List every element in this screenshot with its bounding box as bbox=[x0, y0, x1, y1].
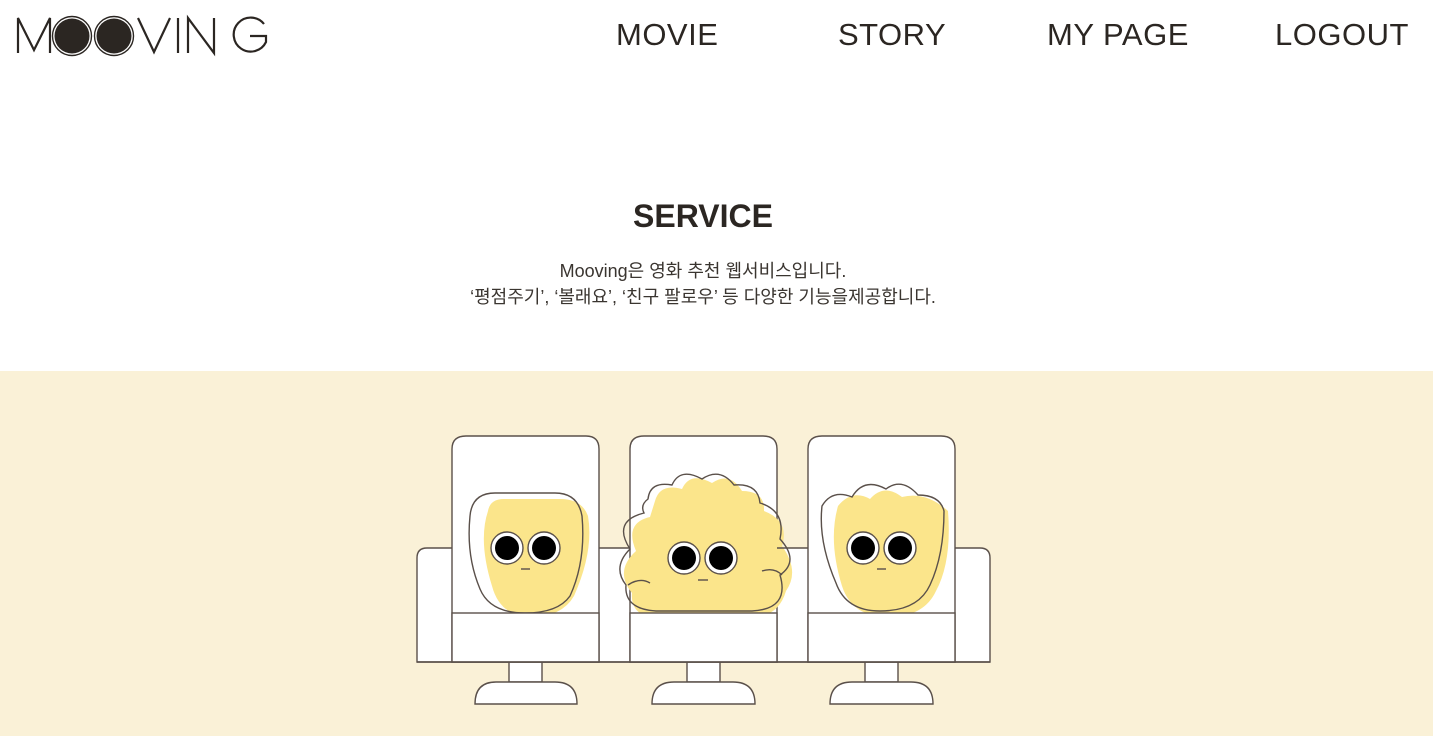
service-title: SERVICE bbox=[633, 198, 773, 234]
service-description-line-1: Mooving은 영화 추천 웹서비스입니다. bbox=[559, 261, 847, 281]
nav-story[interactable]: STORY bbox=[838, 16, 946, 54]
theater-seats-illustration bbox=[416, 435, 991, 705]
service-description: Mooving은 영화 추천 웹서비스입니다. ‘평점주기’, ‘볼래요’, ‘… bbox=[0, 258, 1406, 310]
nav-movie[interactable]: MOVIE bbox=[616, 16, 718, 54]
mooving-logo[interactable] bbox=[14, 12, 270, 58]
nav-logout[interactable]: LOGOUT bbox=[1275, 16, 1409, 54]
service-description-line-2: ‘평점주기’, ‘볼래요’, ‘친구 팔로우’ 등 다양한 기능을제공합니다. bbox=[470, 287, 936, 307]
header: MOVIE STORY MY PAGE LOGOUT bbox=[0, 0, 1433, 72]
nav-my-page[interactable]: MY PAGE bbox=[1047, 16, 1189, 54]
theater-banner bbox=[0, 371, 1433, 736]
